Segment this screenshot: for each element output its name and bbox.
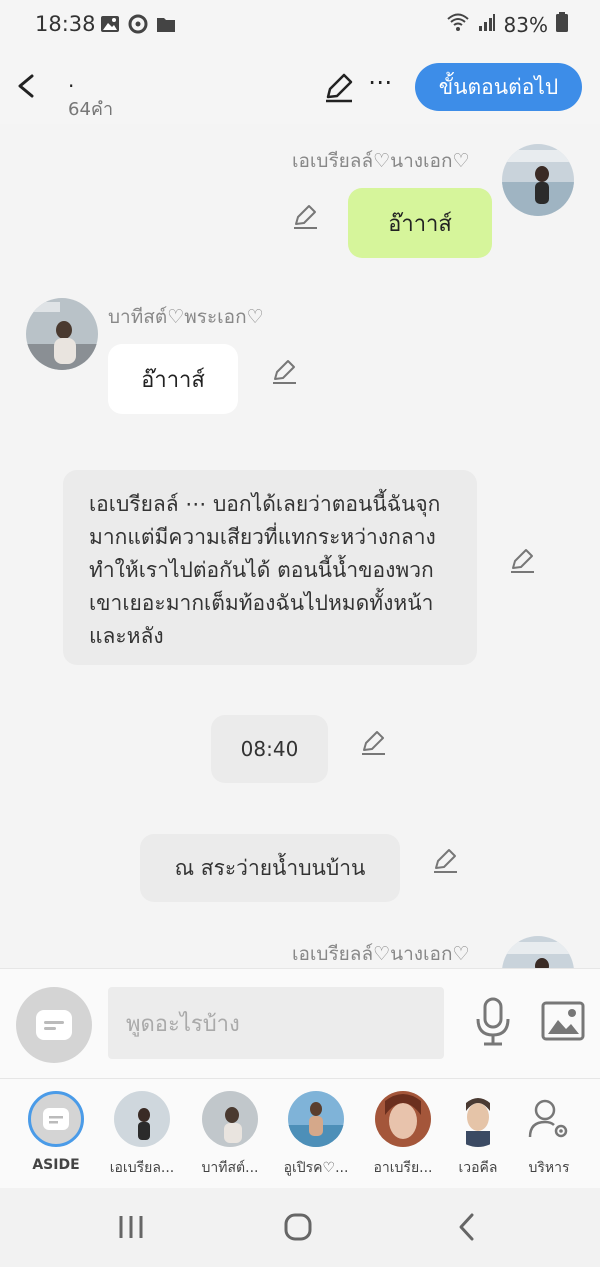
speaker-name: เอเบรียลล์♡นางเอก♡ [292,943,470,965]
recent-apps-icon[interactable] [116,1212,146,1242]
speaker-name: บาทีสต์♡พระเอก♡ [108,306,264,328]
image-icon [100,14,120,34]
editor-header: . 64คำ ⋯ ขั้นตอนต่อไป [0,50,600,124]
avatar[interactable] [502,936,574,968]
character-label: ASIDE [32,1157,80,1173]
folder-icon [156,14,176,34]
edit-pen-icon[interactable] [291,202,319,230]
message-input[interactable]: พูดอะไรบ้าง [108,987,444,1059]
character-item[interactable]: บาทีสต์... [192,1091,268,1179]
character-item[interactable]: อูเปิรค♡... [278,1091,354,1179]
manage-characters-button[interactable]: บริหาร [511,1091,587,1179]
edit-pen-icon[interactable] [508,546,536,574]
word-count: 64คำ [68,99,114,120]
wifi-icon [446,12,470,37]
avatar [288,1091,344,1147]
edit-pen-icon[interactable] [359,728,387,756]
character-label: อาเบรีย... [373,1160,433,1176]
avatar [375,1091,431,1147]
narration-bubble[interactable]: เอเบรียลล์ ⋯ บอกได้เลยว่าตอนนี้ฉันจุกมาก… [63,470,477,665]
input-bar: พูดอะไรบ้าง [0,968,600,1078]
status-time: 18:38 [35,12,96,36]
character-aside[interactable]: ASIDE [18,1091,94,1173]
chat-bubble-icon [36,1010,72,1040]
edit-pen-icon[interactable] [431,846,459,874]
battery-icon [556,12,568,37]
character-label: บาทีสต์... [201,1160,259,1176]
avatar[interactable] [502,144,574,216]
back-icon[interactable] [12,66,42,106]
microphone-icon[interactable] [474,997,512,1047]
status-icons [100,14,176,34]
next-step-button[interactable]: ขั้นตอนต่อไป [415,63,582,111]
avatar[interactable] [26,298,98,370]
message-bubble[interactable]: อ๊าาาส์ [348,188,492,258]
character-item[interactable]: เวอคีล [440,1091,516,1179]
battery-level: 83% [503,12,548,37]
edit-pen-icon[interactable] [270,357,298,385]
story-title: . [68,68,75,92]
sync-icon [128,14,148,34]
avatar [114,1091,170,1147]
back-nav-icon[interactable] [452,1212,482,1242]
signal-icon [478,12,496,37]
avatar [202,1091,258,1147]
character-label: เวอคีล [458,1160,498,1176]
edit-pen-icon[interactable] [322,70,356,104]
manage-users-icon [521,1091,577,1147]
image-gallery-icon[interactable] [541,1001,585,1041]
character-item[interactable]: อาเบรีย... [365,1091,441,1179]
home-icon[interactable] [283,1212,313,1242]
avatar [450,1091,506,1147]
character-label: บริหาร [528,1160,570,1176]
character-label: อูเปิรค♡... [283,1160,349,1176]
character-selector: ASIDE เอเบรียล... บาทีสต์... อูเปิรค♡...… [0,1078,600,1188]
character-label: เอเบรียล... [109,1160,175,1176]
speaker-name: เอเบรียลล์♡นางเอก♡ [292,150,470,172]
chat-area[interactable]: เอเบรียลล์♡นางเอก♡ อ๊าาาส์ บาทีสต์♡พระเอ… [0,124,600,968]
message-bubble[interactable]: อ๊าาาส์ [108,344,238,414]
aside-toggle-button[interactable] [16,987,92,1063]
status-bar: 18:38 83% [0,0,600,50]
more-options-icon[interactable]: ⋯ [368,68,393,96]
time-note-bubble[interactable]: 08:40 [211,715,328,783]
character-item[interactable]: เอเบรียล... [104,1091,180,1179]
place-note-bubble[interactable]: ณ สระว่ายน้ำบนบ้าน [140,834,400,902]
system-nav-bar [0,1188,600,1267]
chat-bubble-icon [28,1091,84,1147]
